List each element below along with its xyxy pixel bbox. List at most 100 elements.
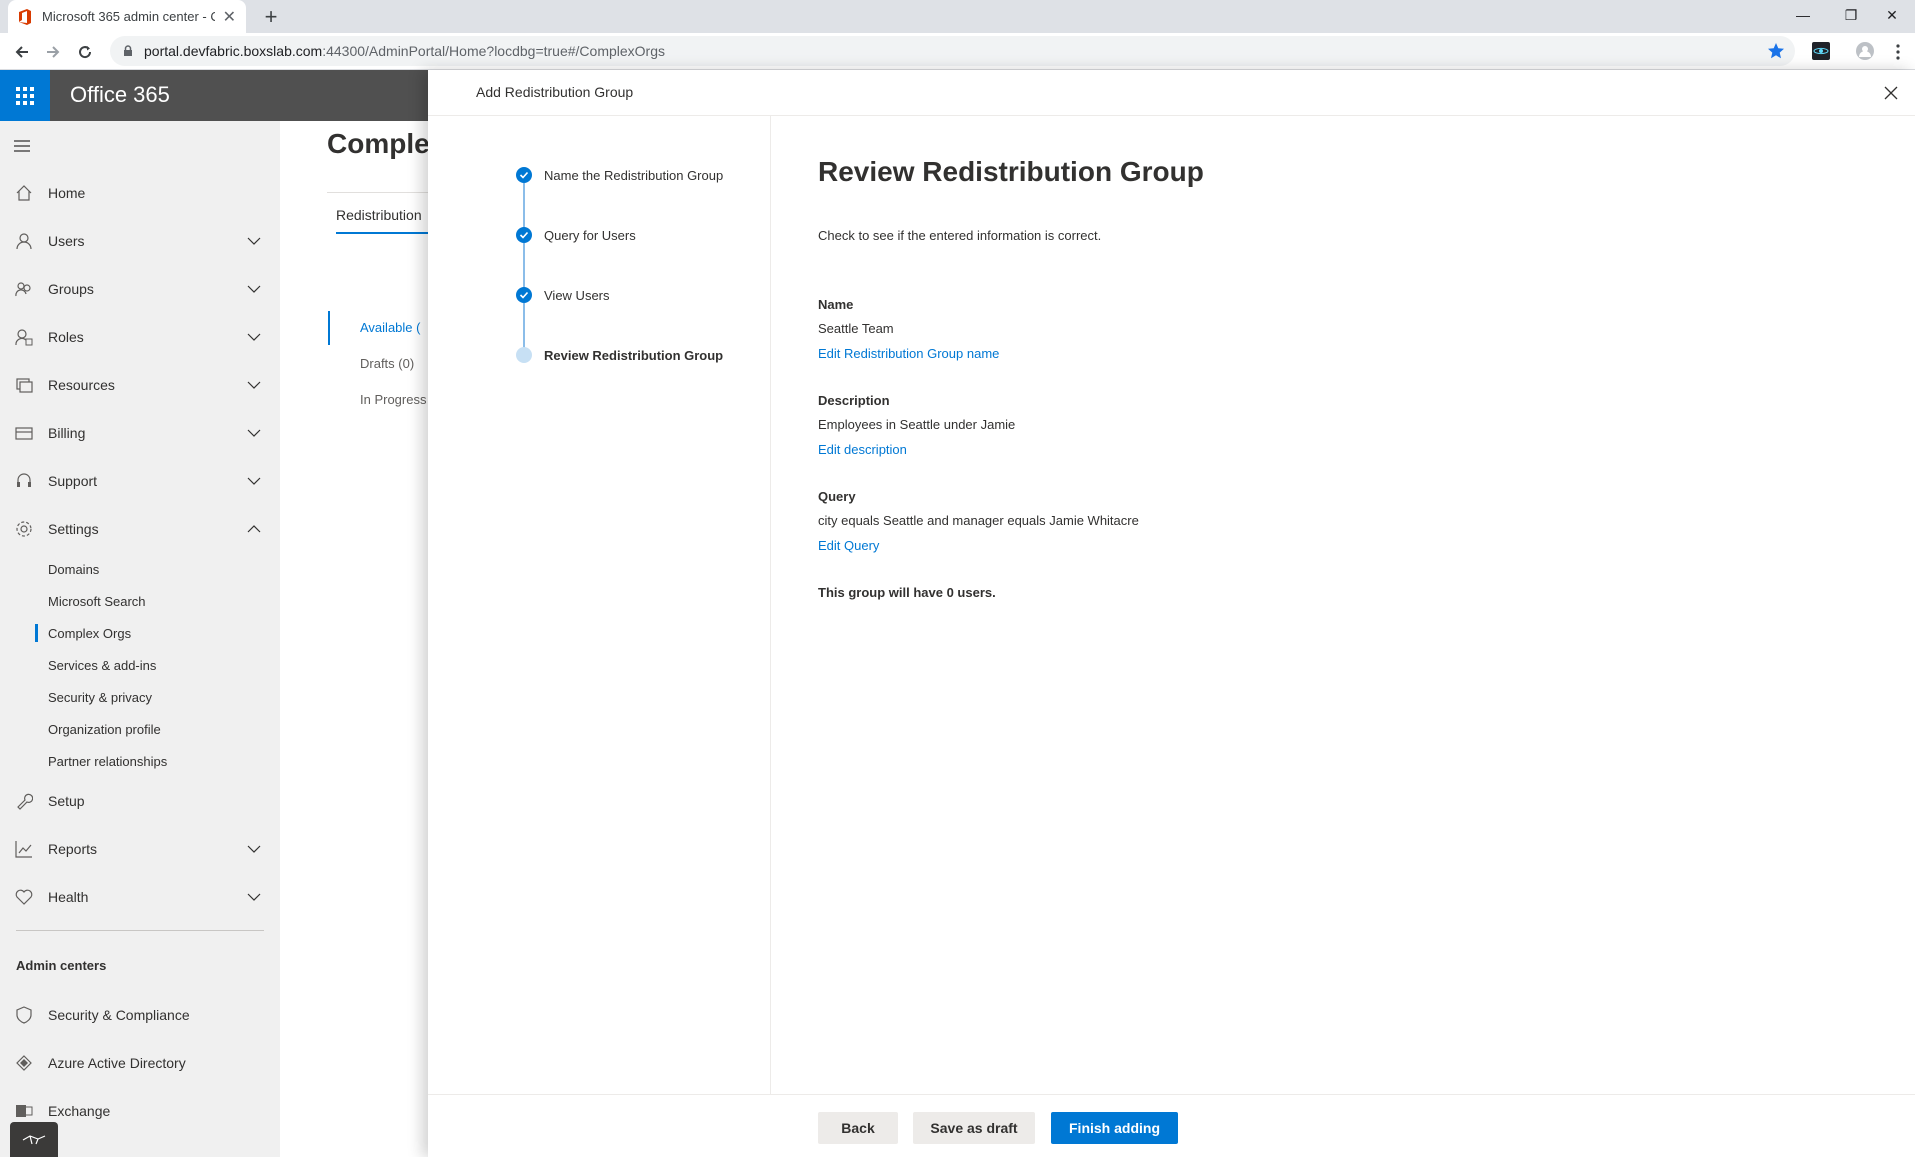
app-title[interactable]: Office 365 bbox=[70, 82, 170, 108]
edit-query-link[interactable]: Edit Query bbox=[818, 538, 879, 553]
nav-subitem-microsoft-search[interactable]: Microsoft Search bbox=[48, 594, 146, 609]
nav-subitem-domains[interactable]: Domains bbox=[48, 562, 99, 577]
filter-in-progress[interactable]: In Progress bbox=[360, 392, 426, 407]
hamburger-menu-icon[interactable] bbox=[14, 139, 30, 153]
back-button[interactable]: Back bbox=[818, 1112, 898, 1144]
step-query-users[interactable]: Query for Users bbox=[516, 227, 636, 243]
credit-card-icon bbox=[15, 427, 33, 440]
extension-icon[interactable] bbox=[1812, 42, 1830, 60]
chevron-down-icon bbox=[247, 333, 261, 341]
nav-label: Exchange bbox=[48, 1103, 111, 1119]
nav-subitem-organization-profile[interactable]: Organization profile bbox=[48, 722, 161, 737]
roles-icon bbox=[15, 329, 33, 346]
feedback-icon bbox=[22, 1134, 46, 1144]
panel-header: Add Redistribution Group bbox=[428, 70, 1915, 116]
review-subheading: Check to see if the entered information … bbox=[818, 228, 1102, 243]
browser-tab[interactable]: Microsoft 365 admin center - Co ✕ bbox=[8, 0, 246, 33]
active-filter-marker bbox=[328, 311, 330, 345]
nav-item-billing[interactable]: Billing bbox=[0, 413, 280, 453]
nav-item-settings[interactable]: Settings bbox=[0, 509, 280, 549]
chevron-up-icon bbox=[247, 525, 261, 533]
description-value: Employees in Seattle under Jamie bbox=[818, 417, 1016, 432]
review-heading: Review Redistribution Group bbox=[818, 156, 1204, 187]
nav-subitem-security-privacy[interactable]: Security & privacy bbox=[48, 690, 152, 705]
user-icon bbox=[16, 233, 32, 250]
home-icon bbox=[16, 185, 32, 201]
reload-icon[interactable] bbox=[72, 39, 98, 65]
nav-item-groups[interactable]: Groups bbox=[0, 269, 280, 309]
tab-title: Microsoft 365 admin center - Co bbox=[42, 9, 215, 24]
browser-menu-icon[interactable] bbox=[1885, 39, 1911, 65]
finish-adding-button[interactable]: Finish adding bbox=[1051, 1112, 1178, 1144]
url-host: portal.devfabric.boxslab.com bbox=[144, 43, 323, 59]
new-tab-icon[interactable]: + bbox=[258, 4, 284, 30]
edit-name-link[interactable]: Edit Redistribution Group name bbox=[818, 346, 999, 361]
nav-label: Security & Compliance bbox=[48, 1007, 190, 1023]
edit-description-link[interactable]: Edit description bbox=[818, 442, 907, 457]
pivot-redistribution[interactable]: Redistribution bbox=[336, 207, 422, 223]
left-nav: Home Users Groups Roles Resources Billin… bbox=[0, 121, 280, 1157]
step-review-group[interactable]: Review Redistribution Group bbox=[516, 347, 723, 363]
save-draft-button[interactable]: Save as draft bbox=[913, 1112, 1035, 1144]
nav-label: Billing bbox=[48, 425, 86, 441]
nav-item-support[interactable]: Support bbox=[0, 461, 280, 501]
back-arrow-icon[interactable] bbox=[9, 39, 35, 65]
nav-subitem-services-addins[interactable]: Services & add-ins bbox=[48, 658, 156, 673]
close-tab-icon[interactable]: ✕ bbox=[223, 7, 236, 27]
close-icon[interactable] bbox=[1881, 83, 1901, 103]
nav-item-users[interactable]: Users bbox=[0, 221, 280, 261]
nav-label: Users bbox=[48, 233, 85, 249]
name-value: Seattle Team bbox=[818, 321, 894, 336]
heart-icon bbox=[15, 889, 33, 905]
bookmark-star-icon[interactable] bbox=[1767, 42, 1785, 60]
nav-item-setup[interactable]: Setup bbox=[0, 781, 280, 821]
admin-centers-heading: Admin centers bbox=[16, 958, 107, 973]
pivot-active-underline bbox=[336, 232, 436, 234]
resources-icon bbox=[16, 378, 33, 393]
active-item-marker bbox=[35, 624, 38, 642]
chevron-down-icon bbox=[247, 845, 261, 853]
nav-label: Setup bbox=[48, 793, 85, 809]
nav-item-reports[interactable]: Reports bbox=[0, 829, 280, 869]
step-name-group[interactable]: Name the Redistribution Group bbox=[516, 167, 723, 183]
nav-subitem-partner-relationships[interactable]: Partner relationships bbox=[48, 754, 167, 769]
checkmark-icon bbox=[516, 167, 532, 183]
minimize-icon[interactable]: — bbox=[1780, 0, 1826, 30]
nav-item-security-compliance[interactable]: Security & Compliance bbox=[0, 995, 280, 1035]
user-count-summary: This group will have 0 users. bbox=[818, 585, 996, 600]
chevron-down-icon bbox=[247, 237, 261, 245]
chevron-down-icon bbox=[247, 429, 261, 437]
filter-available[interactable]: Available ( bbox=[360, 320, 420, 335]
nav-label: Roles bbox=[48, 329, 84, 345]
nav-item-roles[interactable]: Roles bbox=[0, 317, 280, 357]
window-close-icon[interactable]: ✕ bbox=[1869, 0, 1915, 30]
step-connector bbox=[523, 183, 525, 232]
profile-avatar-icon[interactable] bbox=[1856, 42, 1874, 60]
filter-drafts[interactable]: Drafts (0) bbox=[360, 356, 414, 371]
nav-item-health[interactable]: Health bbox=[0, 877, 280, 917]
nav-label: Home bbox=[48, 185, 86, 201]
lock-icon bbox=[124, 45, 132, 56]
forward-arrow-icon[interactable] bbox=[40, 39, 66, 65]
browser-tabstrip: Microsoft 365 admin center - Co ✕ + — ❐ … bbox=[0, 0, 1915, 33]
address-bar[interactable]: portal.devfabric.boxslab.com:44300/Admin… bbox=[110, 36, 1795, 66]
nav-item-resources[interactable]: Resources bbox=[0, 365, 280, 405]
nav-item-home[interactable]: Home bbox=[0, 173, 280, 213]
name-label: Name bbox=[818, 297, 854, 312]
step-label: Query for Users bbox=[544, 227, 636, 243]
feedback-button[interactable] bbox=[10, 1122, 58, 1157]
checkmark-icon bbox=[516, 227, 532, 243]
step-view-users[interactable]: View Users bbox=[516, 287, 610, 303]
query-label: Query bbox=[818, 489, 856, 504]
nav-item-azure-ad[interactable]: Azure Active Directory bbox=[0, 1043, 280, 1083]
app-launcher-icon[interactable] bbox=[0, 70, 50, 121]
nav-subitem-complex-orgs[interactable]: Complex Orgs bbox=[48, 626, 131, 641]
restore-icon[interactable]: ❐ bbox=[1828, 0, 1874, 30]
nav-label: Health bbox=[48, 889, 89, 905]
add-group-panel: Add Redistribution Group Name the Redist… bbox=[428, 70, 1915, 1157]
step-label: View Users bbox=[544, 287, 610, 303]
panel-divider bbox=[770, 116, 771, 1094]
office-logo-icon bbox=[19, 8, 31, 25]
nav-label: Support bbox=[48, 473, 98, 489]
description-label: Description bbox=[818, 393, 890, 408]
